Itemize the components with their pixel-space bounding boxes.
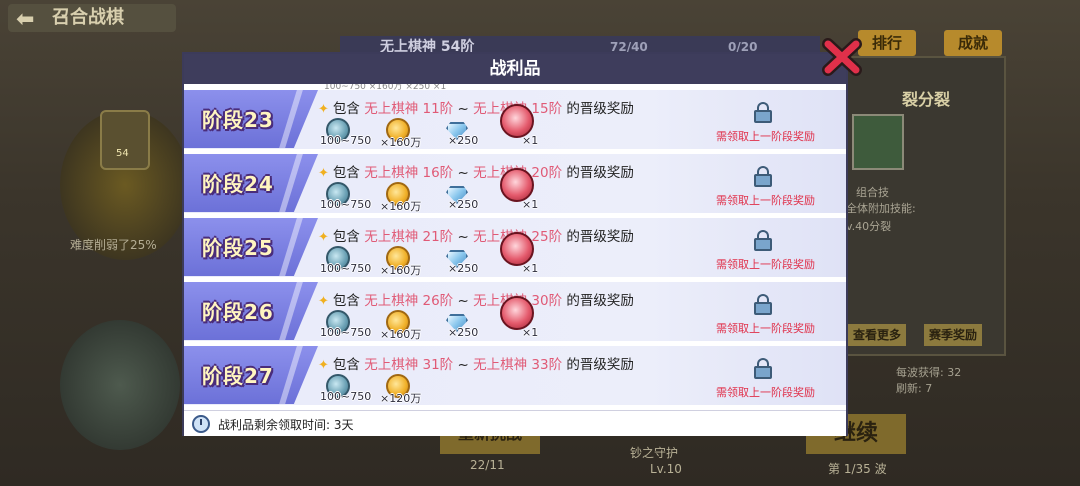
- reward-egg-amount: ×1: [522, 134, 539, 147]
- clock-icon: [192, 415, 210, 433]
- skill-panel-title: 裂分裂: [901, 90, 950, 109]
- lock-icon: [754, 166, 772, 187]
- back-arrow-icon: ⬅: [16, 7, 35, 32]
- stage-row[interactable]: 阶段23 ✦ 包含 无上棋神 11阶 ~ 无上棋神 15阶 的晋级奖励 100~7…: [184, 90, 846, 150]
- stage-label: 阶段25: [202, 236, 274, 260]
- stage-row[interactable]: 阶段25 ✦ 包含 无上棋神 21阶 ~ 无上棋神 25阶 的晋级奖励 100~7…: [184, 218, 846, 278]
- stat-per-wave: 每波获得: 32: [896, 366, 962, 379]
- reward-egg-amount: ×1: [522, 262, 539, 275]
- modal-title: 战利品: [184, 54, 846, 84]
- lock-icon: [754, 102, 772, 123]
- stage-description: ✦ 包含 无上棋神 11阶 ~ 无上棋神 15阶 的晋级奖励: [318, 101, 634, 117]
- star-icon: ✦: [318, 230, 329, 245]
- stat-refresh: 刷新: 7: [896, 382, 933, 395]
- star-icon: ✦: [318, 294, 329, 309]
- reward-exp-amount: 100~750: [320, 326, 372, 339]
- reward-coin-amount: ×160万: [380, 264, 422, 277]
- skill-line-3: v.40分裂: [846, 220, 892, 233]
- red-egg-icon: [500, 296, 534, 330]
- stage-label: 阶段23: [202, 108, 274, 132]
- reward-list: 100~750 ×160万 ×250 ×1: [320, 104, 620, 149]
- dragon-figure: [60, 320, 180, 450]
- lock-note: 需领取上一阶段奖励: [716, 386, 815, 399]
- reward-list: 100~750 ×160万 ×250 ×1: [320, 232, 620, 277]
- stage-description: ✦ 包含 无上棋神 16阶 ~ 无上棋神 20阶 的晋级奖励: [318, 165, 634, 181]
- stage-banner: 阶段26: [184, 282, 318, 340]
- reward-gem-amount: ×250: [448, 326, 479, 339]
- star-icon: ✦: [318, 166, 329, 181]
- back-title: 召合战棋: [52, 7, 124, 28]
- view-more-button[interactable]: 查看更多: [848, 324, 906, 346]
- stage-row[interactable]: 阶段27 ✦ 包含 无上棋神 31阶 ~ 无上棋神 33阶 的晋级奖励 100~7…: [184, 346, 846, 406]
- lock-icon: [754, 294, 772, 315]
- reward-exp-amount: 100~750: [320, 262, 372, 275]
- difficulty-text: 难度削弱了25%: [70, 238, 157, 252]
- reward-coin-amount: ×160万: [380, 328, 422, 341]
- bottom-counter: 22/11: [470, 458, 505, 472]
- reward-egg-amount: ×1: [522, 326, 539, 339]
- red-egg-icon: [500, 168, 534, 202]
- lock-note: 需领取上一阶段奖励: [716, 258, 815, 271]
- reward-list: 100~750 ×160万 ×250 ×1: [320, 168, 620, 213]
- stage-banner: 阶段27: [184, 346, 318, 404]
- reward-coin-amount: ×160万: [380, 136, 422, 149]
- hero-badge: 54: [100, 110, 150, 170]
- stage-description: ✦ 包含 无上棋神 21阶 ~ 无上棋神 25阶 的晋级奖励: [318, 229, 634, 245]
- reward-exp-amount: 100~750: [320, 134, 372, 147]
- reward-exp-amount: 100~750: [320, 198, 372, 211]
- guardian-level: Lv.10: [650, 462, 682, 476]
- achievement-button[interactable]: 成就: [944, 30, 1002, 56]
- stage-banner: 阶段23: [184, 90, 318, 148]
- remaining-time-text: 战利品剩余领取时间: 3天: [218, 418, 354, 432]
- skill-line-2: 全体附加技能:: [846, 202, 916, 215]
- reward-gem-amount: ×250: [448, 134, 479, 147]
- stage-row[interactable]: 阶段24 ✦ 包含 无上棋神 16阶 ~ 无上棋神 20阶 的晋级奖励 100~7…: [184, 154, 846, 214]
- lock-note: 需领取上一阶段奖励: [716, 322, 815, 335]
- stage-label: 阶段24: [202, 172, 274, 196]
- reward-coin-amount: ×160万: [380, 200, 422, 213]
- skill-line-1: 组合技: [856, 186, 889, 199]
- lock-icon: [754, 230, 772, 251]
- stage-banner: 阶段24: [184, 154, 318, 212]
- back-button[interactable]: ⬅ 召合战棋: [8, 4, 176, 32]
- red-egg-icon: [500, 104, 534, 138]
- red-egg-icon: [500, 232, 534, 266]
- stage-reward-list[interactable]: 100~750 ×160万 ×250 ×1 阶段23 ✦ 包含 无上棋神 11阶 …: [184, 84, 846, 410]
- guardian-label: 钞之守护: [630, 446, 679, 460]
- stage-label: 阶段26: [202, 300, 274, 324]
- reward-coin-amount: ×120万: [380, 392, 422, 405]
- wave-text: 第 1/35 波: [828, 462, 887, 476]
- skill-icon: [852, 114, 904, 170]
- hero-badge-count: 54: [116, 148, 129, 159]
- lock-icon: [754, 358, 772, 379]
- close-x-icon[interactable]: [822, 38, 862, 76]
- stage-label: 阶段27: [202, 364, 274, 388]
- reward-list: 100~750 ×120万: [320, 374, 620, 405]
- reward-egg-amount: ×1: [522, 198, 539, 211]
- stage-description: ✦ 包含 无上棋神 31阶 ~ 无上棋神 33阶 的晋级奖励: [318, 357, 634, 373]
- modal-footer: 战利品剩余领取时间: 3天: [184, 410, 846, 436]
- season-reward-button[interactable]: 赛季奖励: [924, 324, 982, 346]
- stage-row[interactable]: 阶段26 ✦ 包含 无上棋神 26阶 ~ 无上棋神 30阶 的晋级奖励 100~7…: [184, 282, 846, 342]
- lock-note: 需领取上一阶段奖励: [716, 130, 815, 143]
- star-icon: ✦: [318, 358, 329, 373]
- stage-banner: 阶段25: [184, 218, 318, 276]
- reward-exp-amount: 100~750: [320, 390, 372, 403]
- reward-gem-amount: ×250: [448, 262, 479, 275]
- reward-list: 100~750 ×160万 ×250 ×1: [320, 296, 620, 341]
- star-icon: ✦: [318, 102, 329, 117]
- reward-gem-amount: ×250: [448, 198, 479, 211]
- lock-note: 需领取上一阶段奖励: [716, 194, 815, 207]
- stage-description: ✦ 包含 无上棋神 26阶 ~ 无上棋神 30阶 的晋级奖励: [318, 293, 634, 309]
- rank-button[interactable]: 排行: [858, 30, 916, 56]
- loot-modal: 战利品 100~750 ×160万 ×250 ×1 阶段23 ✦ 包含 无上棋神 …: [182, 52, 848, 436]
